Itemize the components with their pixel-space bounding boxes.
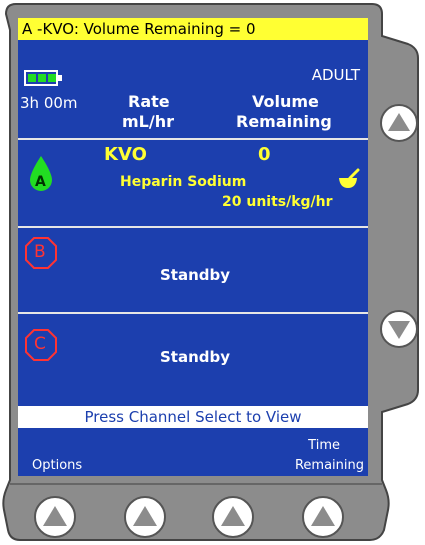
softkey-label-time-line1: Time	[308, 438, 340, 453]
softkey-2-button[interactable]	[124, 496, 166, 538]
display-screen: A -KVO: Volume Remaining = 0 3h 00m ADUL…	[18, 18, 368, 476]
channel-b-row[interactable]: B Standby	[18, 228, 368, 312]
arrow-up-icon	[221, 506, 245, 526]
volume-header-line2: Remaining	[236, 112, 332, 131]
channel-a-volume: 0	[258, 144, 271, 165]
rate-header-line2: mL/hr	[122, 112, 174, 131]
softkey-3-button[interactable]	[212, 496, 254, 538]
softkey-label-time-line2: Remaining	[294, 458, 364, 473]
channel-b-letter: B	[34, 242, 46, 262]
channel-a-row[interactable]: A KVO 0 Heparin Sodium 20 units/kg/hr	[18, 140, 368, 226]
volume-header-line1: Volume	[252, 92, 319, 111]
softkey-label-options: Options	[32, 458, 83, 473]
arrow-up-icon	[43, 506, 67, 526]
channel-a-letter: A	[35, 174, 46, 190]
patient-type: ADULT	[311, 66, 360, 84]
scroll-up-button[interactable]	[380, 104, 418, 142]
softkey-1-button[interactable]	[34, 496, 76, 538]
arrow-up-icon	[388, 113, 410, 131]
battery-full-icon	[24, 70, 62, 86]
softkey-4-button[interactable]	[302, 496, 344, 538]
prompt-bar: Press Channel Select to View	[18, 406, 368, 428]
arrow-up-icon	[311, 506, 335, 526]
channel-c-letter: C	[34, 334, 46, 354]
arrow-down-icon	[388, 321, 410, 339]
alarm-message-bar: A -KVO: Volume Remaining = 0	[18, 18, 368, 40]
channel-a-rate: KVO	[104, 144, 147, 165]
mortar-pestle-icon	[339, 168, 360, 188]
scroll-down-button[interactable]	[380, 310, 418, 348]
channel-b-status: Standby	[160, 266, 231, 284]
rate-header-line1: Rate	[128, 92, 170, 111]
arrow-up-icon	[133, 506, 157, 526]
channel-a-dose: 20 units/kg/hr	[222, 194, 333, 210]
channel-a-drug-name: Heparin Sodium	[120, 174, 247, 190]
battery-time: 3h 00m	[20, 94, 78, 112]
channel-c-row[interactable]: C Standby	[18, 314, 368, 404]
channel-c-status: Standby	[160, 348, 231, 366]
